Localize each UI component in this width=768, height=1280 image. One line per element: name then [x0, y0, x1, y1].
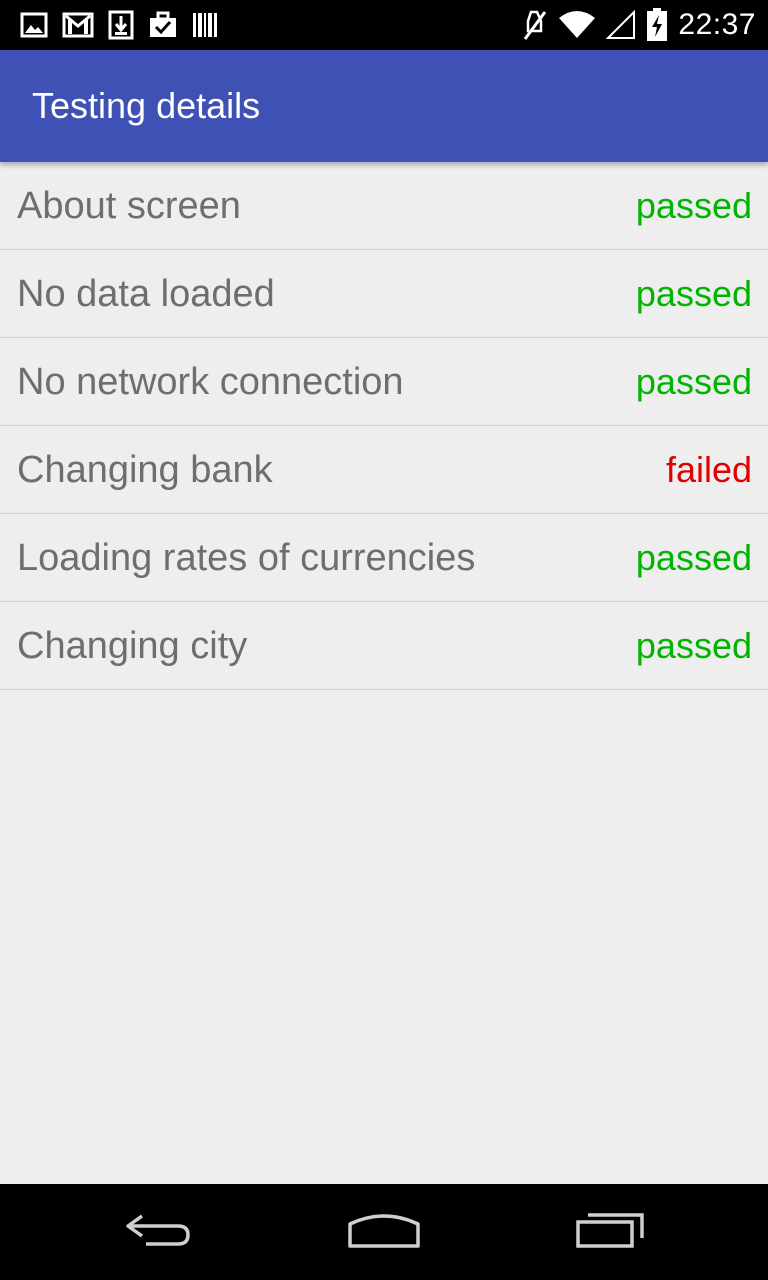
notification-icons: [20, 8, 218, 42]
test-status: passed: [635, 361, 752, 402]
list-item[interactable]: No network connection passed: [0, 338, 768, 426]
system-indicators: 22:37: [522, 6, 756, 44]
home-icon: [346, 1210, 422, 1255]
list-item[interactable]: No data loaded passed: [0, 250, 768, 338]
app-bar: Testing details: [0, 50, 768, 162]
back-button[interactable]: [114, 1210, 204, 1254]
navigation-bar: [0, 1184, 768, 1280]
signal-icon: [606, 10, 636, 40]
list-item[interactable]: Changing city passed: [0, 602, 768, 690]
download-icon: [108, 10, 134, 40]
recent-apps-icon: [574, 1210, 646, 1255]
test-name: No network connection: [17, 361, 404, 403]
test-status: passed: [635, 625, 752, 666]
test-name: About screen: [17, 185, 241, 227]
test-status: failed: [665, 449, 752, 490]
list-item[interactable]: Changing bank failed: [0, 426, 768, 514]
list-item[interactable]: Loading rates of currencies passed: [0, 514, 768, 602]
test-status: passed: [635, 273, 752, 314]
test-name: Loading rates of currencies: [17, 537, 476, 579]
list-item[interactable]: About screen passed: [0, 162, 768, 250]
status-bar: 22:37: [0, 0, 768, 50]
recent-apps-button[interactable]: [565, 1210, 655, 1254]
home-button[interactable]: [339, 1210, 429, 1254]
barcode-icon: [192, 11, 218, 39]
test-name: Changing bank: [17, 449, 273, 491]
status-time: 22:37: [678, 8, 756, 41]
test-results-list: About screen passed No data loaded passe…: [0, 162, 768, 690]
test-status: passed: [635, 185, 752, 226]
battery-charging-icon: [646, 8, 668, 42]
briefcase-check-icon: [148, 11, 178, 39]
wifi-icon: [558, 10, 596, 40]
image-icon: [20, 12, 48, 38]
back-icon: [124, 1210, 194, 1255]
gmail-icon: [62, 12, 94, 38]
test-name: Changing city: [17, 625, 248, 667]
test-name: No data loaded: [17, 273, 275, 315]
silent-mode-icon: [522, 9, 548, 41]
test-status: passed: [635, 537, 752, 578]
page-title: Testing details: [32, 85, 261, 126]
